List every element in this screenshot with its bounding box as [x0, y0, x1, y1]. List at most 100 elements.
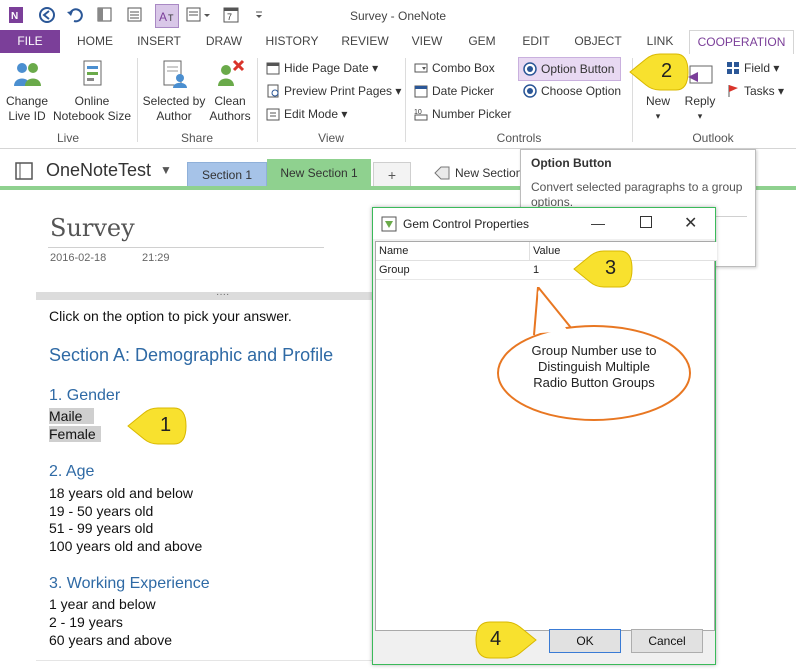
- online-notebook-size-button[interactable]: Online Notebook Size: [52, 58, 132, 124]
- change-live-id-label: Change Live ID: [5, 94, 49, 123]
- q2-option[interactable]: 18 years old and below: [49, 485, 193, 501]
- outlook-tasks-button[interactable]: Tasks ▾: [726, 81, 784, 101]
- hide-page-date-label: Hide Page Date: [284, 61, 369, 75]
- tab-home[interactable]: HOME: [70, 30, 120, 53]
- page-title[interactable]: Survey: [50, 214, 135, 242]
- hide-page-date-button[interactable]: Hide Page Date ▾: [266, 58, 378, 78]
- gem-control-properties-dialog: Gem Control Properties — ✕ Name Value Gr…: [372, 207, 717, 665]
- tab-insert[interactable]: INSERT: [133, 30, 185, 53]
- q3-option[interactable]: 2 - 19 years: [49, 614, 123, 630]
- tab-edit[interactable]: EDIT: [514, 30, 558, 53]
- tab-cooperation[interactable]: COOPERATION: [689, 30, 794, 55]
- preview-print-pages-label: Preview Print Pages: [284, 84, 393, 98]
- callout-badge-2: 2: [628, 53, 690, 91]
- ribbon-tab-bar: FILE HOME INSERT DRAW HISTORY REVIEW VIE…: [0, 30, 796, 55]
- callout-arrow-shape: [629, 53, 689, 91]
- group-divider: [405, 58, 406, 142]
- change-live-id-button[interactable]: Change Live ID: [4, 58, 50, 124]
- notebook-name[interactable]: OneNoteTest: [46, 160, 151, 181]
- group-label-view: View: [318, 131, 344, 145]
- combo-box-icon: [414, 63, 428, 73]
- drag-handle-icon: ····: [216, 289, 230, 300]
- callout-number: 3: [605, 257, 617, 279]
- title-bar: N AT 7 Survey - OneNote: [0, 0, 796, 30]
- tooltip-title: Option Button: [531, 156, 612, 170]
- number-picker-button[interactable]: 10 Number Picker: [414, 104, 511, 124]
- note-container-handle[interactable]: ····: [36, 289, 372, 300]
- tab-draw[interactable]: DRAW: [199, 30, 249, 53]
- callout-arrow-shape: [475, 621, 537, 659]
- add-section-button[interactable]: +: [373, 162, 411, 187]
- question-3-heading[interactable]: 3. Working Experience: [49, 575, 210, 593]
- callout-badge-1: 1: [126, 407, 188, 445]
- clean-authors-button[interactable]: Clean Authors: [208, 58, 252, 124]
- property-name-cell[interactable]: Group: [379, 261, 410, 279]
- callout-number: 2: [661, 60, 673, 82]
- note-container-bottom: [36, 660, 372, 661]
- callout-number: 4: [490, 628, 502, 650]
- q1-option[interactable]: Maile: [49, 408, 95, 424]
- tab-link[interactable]: LINK: [638, 30, 682, 53]
- online-notebook-size-label: Online Notebook Size: [52, 94, 132, 123]
- page-date: 2016-02-18: [50, 252, 107, 264]
- callout-arrow-shape: [573, 250, 633, 288]
- tab-review[interactable]: REVIEW: [337, 30, 393, 53]
- question-1-heading[interactable]: 1. Gender: [49, 387, 120, 405]
- tab-gem[interactable]: GEM: [461, 30, 503, 53]
- radio-button-icon: [523, 84, 537, 98]
- choose-option-label: Choose Option: [541, 84, 622, 98]
- clean-authors-icon: [218, 59, 245, 86]
- date-picker-icon: [414, 85, 428, 98]
- tab-file[interactable]: FILE: [0, 30, 60, 53]
- notebook-icon: [14, 161, 36, 184]
- dialog-title: Gem Control Properties: [403, 217, 530, 231]
- date-picker-button[interactable]: Date Picker: [414, 81, 494, 101]
- group-label-outlook: Outlook: [692, 131, 734, 145]
- close-icon[interactable]: ✕: [684, 213, 697, 233]
- dialog-title-bar[interactable]: Gem Control Properties — ✕: [373, 208, 715, 239]
- number-picker-label: Number Picker: [432, 107, 512, 121]
- chevron-down-icon: ▾: [655, 111, 661, 121]
- maximize-icon[interactable]: [640, 216, 652, 228]
- q3-option[interactable]: 1 year and below: [49, 596, 156, 612]
- group-label-controls: Controls: [496, 131, 542, 145]
- outlook-field-button[interactable]: Field ▾: [726, 58, 779, 78]
- radio-button-icon: [523, 62, 537, 76]
- tab-history[interactable]: HISTORY: [262, 30, 322, 53]
- window-title: Survey - OneNote: [349, 9, 447, 23]
- page-tab-label[interactable]: New Section: [455, 166, 522, 180]
- property-value-cell[interactable]: 1: [533, 261, 539, 279]
- row-divider: [376, 279, 714, 280]
- section-heading[interactable]: Section A: Demographic and Profile: [49, 345, 333, 366]
- q3-option[interactable]: 60 years and above: [49, 632, 172, 648]
- minimize-icon[interactable]: —: [591, 215, 605, 231]
- section-tab-1[interactable]: Section 1: [187, 162, 267, 187]
- q1-option[interactable]: Female: [49, 426, 101, 442]
- callout-arrow-shape: [127, 407, 187, 445]
- selected-by-author-button[interactable]: Selected by Author: [140, 58, 208, 124]
- ok-button[interactable]: OK: [549, 629, 621, 653]
- field-icon: [727, 62, 739, 74]
- q2-option[interactable]: 100 years old and above: [49, 538, 202, 554]
- instruction-text[interactable]: Click on the option to pick your answer.: [49, 308, 292, 324]
- people-icon: [14, 63, 41, 86]
- preview-print-pages-button[interactable]: Preview Print Pages ▾: [266, 81, 401, 101]
- section-tab-2[interactable]: New Section 1: [267, 159, 371, 187]
- chevron-down-icon[interactable]: ▼: [160, 163, 172, 177]
- q2-option[interactable]: 51 - 99 years old: [49, 520, 153, 536]
- tab-object[interactable]: OBJECT: [570, 30, 626, 53]
- callout-badge-3: 3: [572, 250, 634, 288]
- tab-view[interactable]: VIEW: [406, 30, 448, 53]
- combo-box-button[interactable]: Combo Box: [414, 58, 495, 78]
- outlook-tasks-label: Tasks: [744, 84, 775, 98]
- q2-option[interactable]: 19 - 50 years old: [49, 503, 153, 519]
- choose-option-button[interactable]: Choose Option: [523, 81, 621, 101]
- page-time: 21:29: [142, 252, 170, 264]
- question-2-heading[interactable]: 2. Age: [49, 463, 94, 481]
- print-preview-icon: [267, 84, 279, 98]
- selected-by-author-label: Selected by Author: [142, 94, 206, 123]
- cancel-button[interactable]: Cancel: [631, 629, 703, 653]
- option-button-button[interactable]: Option Button: [518, 57, 622, 81]
- edit-mode-button[interactable]: Edit Mode ▾: [266, 104, 347, 124]
- column-header-name[interactable]: Name: [376, 242, 530, 261]
